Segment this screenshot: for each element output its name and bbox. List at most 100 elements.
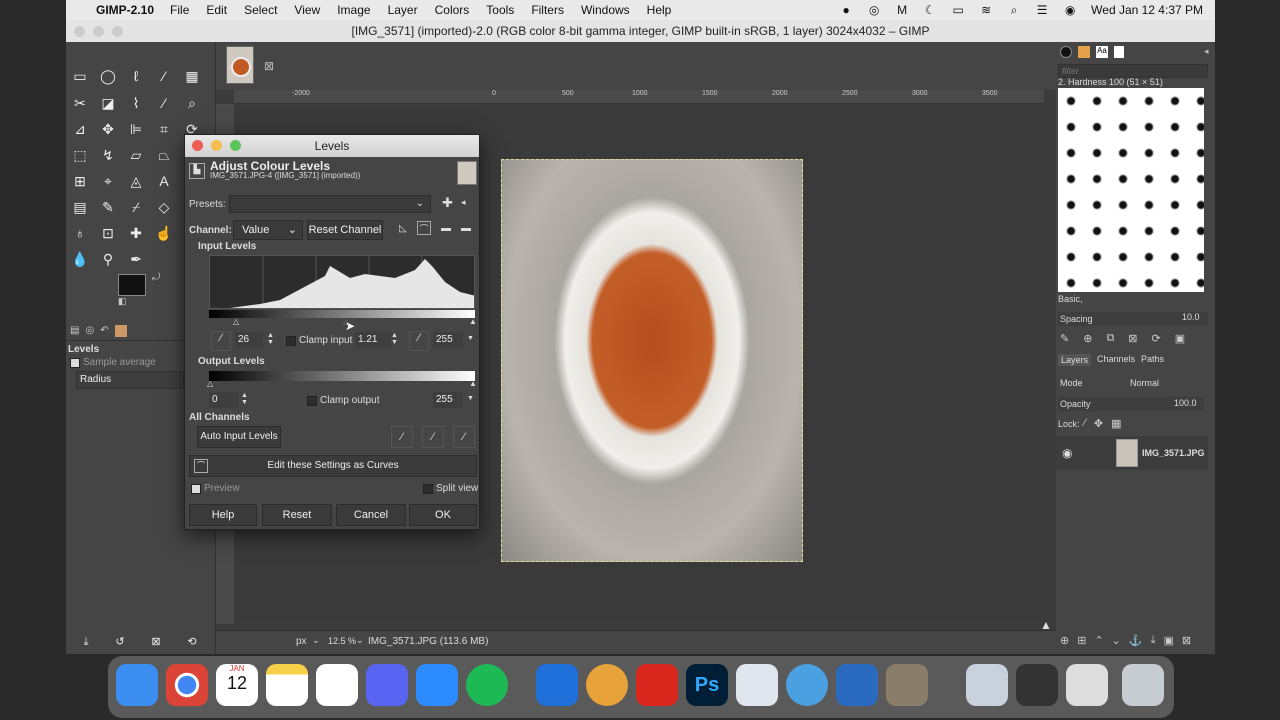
opacity-value[interactable]: 100.0 (1174, 398, 1197, 408)
quicktime-icon[interactable] (836, 664, 878, 706)
measure-icon[interactable]: ⊿ (70, 119, 90, 139)
lower-layer-icon[interactable]: ⌄ (1112, 634, 1121, 647)
brushes-tab-icon[interactable] (1060, 46, 1072, 58)
zoom-chevron-icon[interactable]: ⌄ (356, 635, 364, 646)
dodge-icon[interactable]: ⚲ (98, 249, 118, 269)
unit-select[interactable]: px (296, 636, 307, 647)
log-histogram-icon[interactable]: ⌒ (417, 221, 431, 235)
new-group-icon[interactable]: ⊞ (1077, 634, 1086, 647)
gimp-dock-icon[interactable] (886, 664, 928, 706)
malwarebytes-icon[interactable]: M (895, 4, 909, 16)
help-button[interactable]: Help (189, 504, 257, 526)
output-high-field[interactable]: 255 (433, 392, 463, 408)
unit-chevron-icon[interactable]: ⌄ (312, 635, 320, 646)
control-center-icon[interactable]: ☰ (1035, 4, 1049, 16)
pick-white-input-icon[interactable]: ⁄ (409, 331, 429, 351)
add-preset-icon[interactable]: ✚ (442, 195, 453, 211)
edit-brush-icon[interactable]: ✎ (1060, 332, 1069, 345)
tab-channels[interactable]: Channels (1097, 354, 1135, 366)
refresh-brushes-icon[interactable]: ⟳ (1152, 332, 1161, 345)
delete-brush-icon[interactable]: ⊠ (1128, 332, 1137, 345)
input-high-spinner-icon[interactable]: ▼ (467, 335, 474, 342)
new-brush-icon[interactable]: ⊕ (1083, 332, 1092, 345)
foreground-color-swatch[interactable] (118, 274, 146, 296)
scissors-icon[interactable]: ✂ (70, 93, 90, 113)
swap-colors-icon[interactable]: ⤾ (152, 272, 160, 283)
photoshop-icon[interactable]: Ps (686, 664, 728, 706)
reset-options-icon[interactable]: ⟲ (182, 632, 202, 652)
clock[interactable]: Wed Jan 12 4:37 PM (1091, 3, 1203, 17)
menu-edit[interactable]: Edit (206, 3, 227, 17)
dock-menu-icon[interactable]: ◂ (1204, 46, 1209, 57)
preview-checkbox[interactable] (191, 484, 201, 494)
spacing-value[interactable]: 10.0 (1182, 312, 1200, 322)
lock-alpha-icon[interactable]: ▦ (1111, 417, 1121, 430)
recent-screenshot-icon[interactable] (966, 664, 1008, 706)
device-status-tab-icon[interactable]: ◎ (85, 325, 94, 340)
menu-select[interactable]: Select (244, 3, 277, 17)
acrobat-icon[interactable] (636, 664, 678, 706)
free-select-icon[interactable]: ℓ (126, 66, 146, 86)
perspective-icon[interactable]: ⏢ (154, 145, 174, 165)
input-black-slider-handle[interactable]: △ (233, 317, 239, 326)
reset-channel-button[interactable]: Reset Channel (307, 220, 383, 240)
menu-tools[interactable]: Tools (486, 3, 514, 17)
split-view-checkbox[interactable] (423, 484, 433, 494)
color-picker-icon[interactable]: ⁄ (154, 93, 174, 113)
clone-icon[interactable]: ⊡ (98, 223, 118, 243)
linear-histogram-icon[interactable]: ◺ (399, 223, 407, 234)
shear-icon[interactable]: ▱ (126, 145, 146, 165)
zoom-window-button[interactable] (112, 26, 123, 37)
siri-icon[interactable]: ◉ (1063, 4, 1077, 16)
delete-options-icon[interactable]: ⊠ (146, 632, 166, 652)
app-name[interactable]: GIMP-2.10 (96, 3, 154, 17)
zoom-select[interactable]: 12.5 % (328, 636, 356, 646)
close-image-tab-icon[interactable]: ⊠ (264, 59, 274, 73)
smudge-icon[interactable]: ☝ (154, 223, 174, 243)
zoom-icon[interactable] (416, 664, 458, 706)
foreground-select-icon[interactable]: ◪ (98, 93, 118, 113)
spotify-icon[interactable] (466, 664, 508, 706)
mode-select[interactable]: Normal (1130, 378, 1159, 388)
fonts-tab-icon[interactable]: Aa (1096, 46, 1108, 58)
pick-white-point-icon[interactable]: ⁄ (453, 426, 475, 448)
image-tab-thumbnail[interactable] (226, 46, 254, 84)
tool-options-tab-icon[interactable]: ▤ (70, 325, 79, 340)
moon-icon[interactable]: ☾ (923, 4, 937, 16)
histogram-view-icon[interactable]: ▬ (441, 223, 451, 234)
presets-select[interactable]: ⌄ (229, 195, 431, 213)
delete-layer-icon[interactable]: ⊠ (1182, 634, 1191, 647)
menu-filters[interactable]: Filters (531, 3, 564, 17)
bird-app-icon[interactable] (536, 664, 578, 706)
reset-button[interactable]: Reset (262, 504, 332, 526)
fuzzy-select-icon[interactable]: ⁄ (154, 66, 174, 86)
notes-icon[interactable] (266, 664, 308, 706)
radius-field[interactable]: Radius (76, 371, 184, 389)
menu-colors[interactable]: Colors (435, 3, 470, 17)
output-low-field[interactable]: 0 (209, 392, 239, 408)
zoom-icon[interactable]: ⌕ (182, 93, 202, 113)
lock-pixels-icon[interactable]: ⁄ (1084, 417, 1086, 430)
menu-file[interactable]: File (170, 3, 189, 17)
preset-menu-icon[interactable]: ◂ (461, 197, 466, 208)
cancel-button[interactable]: Cancel (336, 504, 406, 526)
warp-icon[interactable]: ↯ (98, 145, 118, 165)
tab-paths[interactable]: Paths (1141, 354, 1164, 366)
brush-as-image-icon[interactable]: ▣ (1175, 332, 1185, 345)
output-low-spinner-icon[interactable]: ▲ ▼ (241, 392, 248, 406)
mask-icon[interactable]: ▣ (1163, 634, 1173, 647)
clamp-output-checkbox[interactable] (307, 396, 317, 406)
close-window-button[interactable] (74, 26, 85, 37)
pencil-icon[interactable]: ✎ (98, 197, 118, 217)
input-low-field[interactable]: 26 (235, 332, 263, 348)
dialog-close-button[interactable] (192, 140, 203, 151)
obs-icon[interactable] (786, 664, 828, 706)
input-high-field[interactable]: 255 (433, 332, 463, 348)
input-low-spinner-icon[interactable]: ▲ ▼ (267, 332, 274, 346)
patterns-tab-icon[interactable] (1078, 46, 1090, 58)
preview-app-icon[interactable] (736, 664, 778, 706)
default-colors-icon[interactable]: ◧ (118, 296, 127, 307)
creative-cloud-icon[interactable]: ◎ (867, 4, 881, 16)
lock-position-icon[interactable]: ✥ (1094, 417, 1103, 430)
restore-options-icon[interactable]: ↺ (110, 632, 130, 652)
